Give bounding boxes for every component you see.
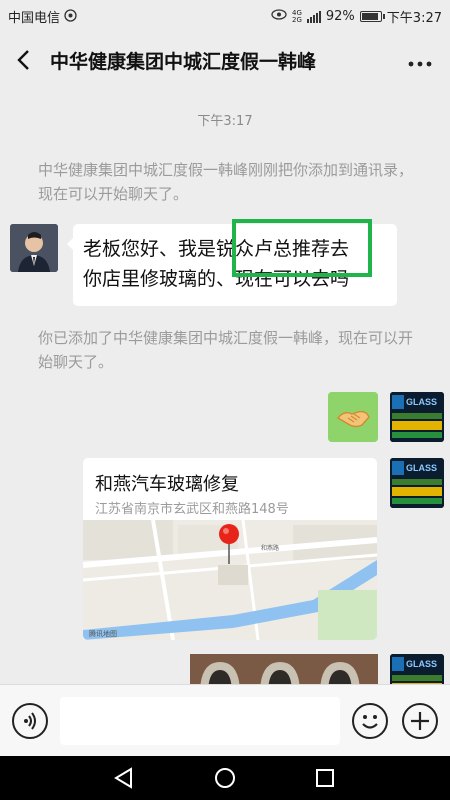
location-card[interactable]: 和燕汽车玻璃修复 江苏省南京市玄武区和燕路148号 和燕路 腾讯地图 <box>83 458 377 640</box>
highlight-box <box>232 219 372 277</box>
svg-text:腾讯地图: 腾讯地图 <box>89 629 117 638</box>
battery-icon <box>359 11 385 22</box>
input-bar <box>0 684 450 756</box>
emoji-icon[interactable] <box>352 703 388 739</box>
eye-icon <box>271 9 287 24</box>
triangle-back-icon[interactable] <box>112 766 136 790</box>
svg-text:GLASS: GLASS <box>406 397 437 407</box>
system-message-added: 中华健康集团中城汇度假一韩峰刚刚把你添加到通讯录，现在可以开始聊天了。 <box>38 161 414 203</box>
carrier-label: 中国电信 <box>8 11 61 26</box>
plus-icon[interactable] <box>402 703 438 739</box>
my-avatar[interactable]: GLASS <box>390 458 444 508</box>
voice-icon[interactable] <box>12 703 48 739</box>
chat-title: 中华健康集团中城汇度假一韩峰 <box>50 51 317 73</box>
chat-area[interactable]: 下午3:17 中华健康集团中城汇度假一韩峰刚刚把你添加到通讯录，现在可以开始聊天… <box>0 88 450 684</box>
clock: 下午3:27 <box>386 11 442 26</box>
chat-header: 中华健康集团中城汇度假一韩峰 <box>0 32 450 88</box>
my-avatar[interactable]: GLASS <box>390 654 444 684</box>
notification-icon <box>64 8 77 25</box>
square-recent-icon[interactable] <box>313 766 337 790</box>
system-nav-bar <box>0 756 450 800</box>
circle-home-icon[interactable] <box>213 766 237 790</box>
message-input[interactable] <box>60 697 340 745</box>
location-address: 江苏省南京市玄武区和燕路148号 <box>95 502 289 517</box>
status-bar: 中国电信 4G 2G 92% 下午3:27 <box>0 0 450 32</box>
svg-text:和燕路: 和燕路 <box>261 544 279 552</box>
message-timestamp: 下午3:17 <box>197 114 253 129</box>
svg-text:GLASS: GLASS <box>406 659 437 669</box>
system-message-friend-added: 你已添加了中华健康集团中城汇度假一韩峰，现在可以开始聊天了。 <box>38 329 414 371</box>
my-avatar[interactable]: GLASS <box>390 392 444 442</box>
chevron-left-icon[interactable] <box>12 46 38 74</box>
svg-text:GLASS: GLASS <box>406 463 437 473</box>
battery-percent: 92% <box>325 9 355 24</box>
location-map[interactable]: 和燕路 腾讯地图 <box>83 519 377 640</box>
more-dots-icon[interactable] <box>408 48 432 73</box>
image-message[interactable] <box>190 654 378 684</box>
contact-avatar[interactable] <box>10 224 58 272</box>
network-type: 4G 2G <box>292 8 302 24</box>
handshake-sticker[interactable] <box>328 392 378 442</box>
location-name: 和燕汽车玻璃修复 <box>95 474 239 495</box>
signal-icon <box>306 10 321 23</box>
